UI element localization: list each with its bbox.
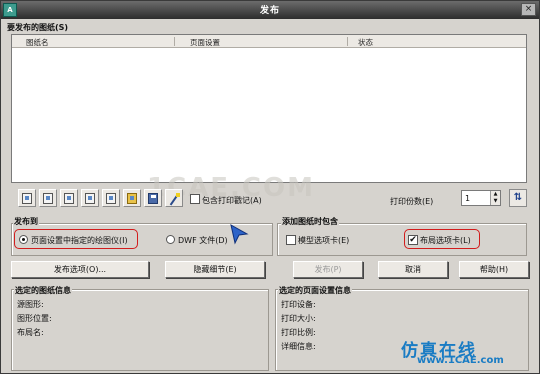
publish-options-button[interactable]: 发布选项(O)... <box>11 261 149 278</box>
red-highlight-frame <box>14 229 138 249</box>
sort-button[interactable]: ⇅ <box>509 189 527 207</box>
sheets-list-label: 要发布的图纸(S) <box>7 23 69 32</box>
sheet-info-group <box>11 289 269 371</box>
details-label: 详细信息: <box>281 342 316 351</box>
drawing-location-label: 图形位置: <box>17 314 52 323</box>
publish-dialog: A 发布 × 要发布的图纸(S) 图纸名 页面设置 状态 1CAE.COM 包含… <box>0 0 540 374</box>
add-sheets-icon <box>22 193 32 204</box>
dialog-title: 发布 <box>259 6 280 16</box>
plot-device-label: 打印设备: <box>281 300 316 309</box>
column-separator <box>174 37 175 46</box>
move-down-icon <box>85 193 95 204</box>
sheets-list[interactable]: 图纸名 页面设置 状态 <box>11 34 527 183</box>
source-drawing-label: 源图形: <box>17 300 44 309</box>
model-tab-checkbox[interactable] <box>286 235 296 245</box>
list-header: 图纸名 页面设置 状态 <box>12 35 526 48</box>
remove-sheets-button[interactable] <box>39 189 57 207</box>
red-highlight-frame <box>404 229 480 249</box>
save-list-button[interactable] <box>144 189 162 207</box>
open-list-button[interactable] <box>123 189 141 207</box>
help-button[interactable]: 帮助(H) <box>459 261 529 278</box>
sort-arrows-icon: ⇅ <box>513 192 523 203</box>
move-up-button[interactable] <box>60 189 78 207</box>
remove-sheets-icon <box>43 193 53 204</box>
model-tab-label: 模型选项卡(E) <box>298 236 350 245</box>
publish-options-icon <box>169 193 180 204</box>
spinner-arrows[interactable]: ▲ ▼ <box>490 191 500 205</box>
preview-icon <box>106 193 116 204</box>
save-list-icon <box>148 193 158 204</box>
column-header-sheet-name[interactable]: 图纸名 <box>26 37 49 48</box>
publish-button[interactable]: 发布(P) <box>293 261 363 278</box>
column-header-status[interactable]: 状态 <box>358 37 373 48</box>
column-separator <box>347 37 348 46</box>
hide-details-button[interactable]: 隐藏细节(E) <box>165 261 265 278</box>
preview-button[interactable] <box>102 189 120 207</box>
spinner-down-icon[interactable]: ▼ <box>491 198 500 205</box>
plot-scale-label: 打印比例: <box>281 328 316 337</box>
include-when-adding-label: 添加图纸时包含 <box>281 216 339 227</box>
dwf-radio-label: DWF 文件(D) <box>178 236 228 245</box>
copies-spinner[interactable]: 1 ▲ ▼ <box>461 190 501 206</box>
publish-to-label: 发布到 <box>13 216 39 227</box>
copies-label: 打印份数(E) <box>390 197 434 206</box>
spinner-up-icon[interactable]: ▲ <box>491 191 500 198</box>
column-header-page-setup[interactable]: 页面设置 <box>190 37 220 48</box>
cancel-button[interactable]: 取消 <box>378 261 448 278</box>
page-setup-info-label: 选定的页面设置信息 <box>278 285 352 296</box>
add-sheets-button[interactable] <box>18 189 36 207</box>
move-up-icon <box>64 193 74 204</box>
move-down-button[interactable] <box>81 189 99 207</box>
mouse-cursor-icon <box>230 224 249 245</box>
plot-size-label: 打印大小: <box>281 314 316 323</box>
close-button[interactable]: × <box>521 3 536 16</box>
sheet-info-label: 选定的图纸信息 <box>14 285 72 296</box>
dwf-radio[interactable] <box>166 235 175 244</box>
layout-name-label: 布局名: <box>17 328 44 337</box>
watermark-url-text: www.1CAE.com <box>417 355 504 366</box>
open-list-icon <box>127 193 137 204</box>
site-watermark: 仿真在线 www.1CAE.com <box>401 336 504 366</box>
include-stamp-checkbox[interactable] <box>190 194 200 204</box>
include-stamp-label: 包含打印戳记(A) <box>202 196 262 205</box>
publish-options-tool-button[interactable] <box>165 189 183 207</box>
copies-value: 1 <box>465 194 471 203</box>
title-bar: A 发布 × <box>1 1 539 19</box>
